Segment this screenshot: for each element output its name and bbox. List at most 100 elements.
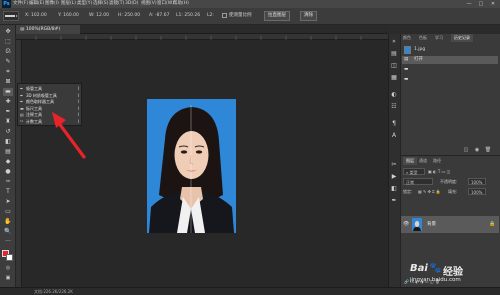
fill-field[interactable]: 100% [468, 188, 486, 195]
camera-icon[interactable]: ◉ [473, 147, 481, 154]
frame-icon[interactable]: ⊠ [3, 78, 13, 86]
brush-icon[interactable]: ✒ [3, 108, 13, 116]
shortcut-key: I [77, 99, 79, 105]
tab-layers[interactable]: 图层 [403, 157, 417, 165]
flyout-item-label: 计数工具 [26, 119, 42, 124]
ruler-icon[interactable]: ▬ [3, 88, 13, 96]
adjustments-icon[interactable]: ◐ [389, 90, 399, 99]
tab-history[interactable]: 历史记录 [451, 34, 473, 42]
menu-item[interactable]: 图像(I) [45, 0, 59, 8]
h-field[interactable]: H: 250.00 [118, 12, 140, 20]
snapshot-thumbnail[interactable] [404, 46, 411, 54]
new-document-from-state-icon[interactable]: ◫ [462, 147, 470, 154]
layer-comps-icon[interactable]: ◧ [389, 184, 399, 193]
trash-icon[interactable]: 🗑 [484, 147, 492, 154]
libraries-icon[interactable]: ☷ [389, 102, 399, 111]
red-arrow-annotation [52, 112, 86, 159]
marquee-icon[interactable]: ⬚ [3, 38, 13, 46]
dodge-icon[interactable]: ● [3, 168, 13, 176]
history-snapshot[interactable]: 1.jpg [414, 46, 498, 54]
use-measurement-scale-checkbox[interactable] [222, 13, 227, 18]
close-button[interactable]: ✕ [488, 0, 498, 8]
history-brush-icon[interactable]: ↺ [3, 128, 13, 136]
path-select-icon[interactable]: ➤ [3, 198, 13, 206]
menu-item[interactable]: 图层(L) [61, 0, 76, 8]
tool-presets-icon[interactable]: ✂ [389, 160, 399, 169]
actions-icon[interactable]: ▶ [389, 172, 399, 181]
history-state[interactable]: ▤ 打开 [402, 56, 498, 64]
tab-paths[interactable]: 路径 [433, 157, 441, 165]
document-tab[interactable]: @ 100%(RGB/8#) [16, 25, 80, 34]
clear-button[interactable]: 清除 [300, 11, 317, 21]
w-field[interactable]: W: 12.00 [89, 12, 109, 20]
pen-icon[interactable]: ✑ [3, 178, 13, 186]
tab-channels[interactable]: 通道 [419, 157, 427, 165]
menu-item[interactable]: 滤镜(T) [109, 0, 124, 8]
menu-item[interactable]: 选择(S) [93, 0, 108, 8]
flyout-item-label: 颜色取样器工具 [26, 99, 54, 105]
ruler-icon: ▬ [404, 77, 409, 82]
minimize-button[interactable]: — [464, 0, 474, 8]
type-icon[interactable]: T [3, 188, 13, 196]
flyout-item[interactable]: ✒ 3D 材质吸管工具 I [20, 93, 81, 99]
screen-mode-icon[interactable]: ▣ [3, 274, 13, 282]
y-field[interactable]: Y: 160.00 [58, 12, 79, 20]
menu-item[interactable]: 编辑(E) [29, 0, 44, 8]
gradient-icon[interactable]: ▤ [3, 148, 13, 156]
crop-icon[interactable]: ⌗ [3, 68, 13, 76]
tool-preset-picker[interactable] [3, 11, 19, 21]
shape-icon[interactable]: ▭ [3, 208, 13, 216]
more-icon[interactable]: ··· [3, 238, 13, 246]
use-measurement-scale-label: 使测量比例 [229, 13, 252, 18]
stamp-icon[interactable]: ♜ [3, 118, 13, 126]
portrait-photo[interactable] [147, 99, 236, 233]
menu-item[interactable]: 视图(V) [141, 0, 157, 8]
brushes-icon[interactable]: ✒ [389, 196, 399, 205]
vertical-ruler[interactable] [16, 40, 22, 287]
zoom-icon[interactable]: 🔍 [3, 228, 13, 236]
opacity-field[interactable]: 100% [468, 178, 486, 185]
flyout-item[interactable]: ✒ 颜色取样器工具 I [20, 99, 81, 105]
blend-mode-dropdown[interactable]: 正常 [403, 178, 433, 185]
history-state-label: 打开 [414, 57, 423, 62]
hand-icon[interactable]: ✋ [3, 218, 13, 226]
maximize-button[interactable]: □ [476, 0, 486, 8]
angle-field[interactable]: A: -87.67 [149, 12, 169, 20]
x-field[interactable]: X: 102.00 [25, 12, 47, 20]
menu-item[interactable]: 文件(F) [13, 0, 28, 8]
eraser-icon[interactable]: ◧ [3, 138, 13, 146]
blur-icon[interactable]: ◆ [3, 158, 13, 166]
menu-item[interactable]: 帮助(H) [173, 0, 189, 8]
l1-field[interactable]: L1: 250.26 [176, 12, 200, 20]
paragraph-icon[interactable]: ¶ [389, 119, 399, 128]
character-icon[interactable]: A [389, 131, 399, 140]
lock-label: 锁定: [403, 189, 413, 194]
background-color-swatch[interactable] [6, 254, 13, 261]
layer-filter-dropdown[interactable]: ⌕ 类型 [403, 168, 425, 175]
quick-mask-icon[interactable]: ◎ [3, 264, 13, 272]
menu-item[interactable]: 3D(D) [125, 0, 138, 8]
layer-row-background[interactable]: 👁 背景 🔒 [401, 216, 499, 233]
straighten-layer-button[interactable]: 拉直图层 [264, 11, 290, 21]
history-panel-icon[interactable]: ▤ [389, 49, 399, 58]
tab-swatches[interactable]: 色板 [419, 34, 427, 42]
healing-icon[interactable]: ✚ [3, 98, 13, 106]
eye-icon[interactable]: 👁 [403, 221, 409, 227]
flyout-item-label: 吸管工具 [26, 86, 42, 91]
quick-select-icon[interactable]: ✎ [3, 58, 13, 66]
layer-filter-icons[interactable]: ▣ ◐ T ▭ ◫ [428, 168, 450, 175]
properties-icon[interactable]: ◫ [389, 61, 399, 70]
tab-color[interactable]: 颜色 [403, 34, 411, 42]
swatches-icon[interactable]: ▦ [389, 73, 399, 82]
menu-item[interactable]: 类型(Y) [77, 0, 92, 8]
history-state[interactable]: ▬ [402, 66, 498, 74]
flyout-item[interactable]: ✒ 吸管工具 I [20, 86, 81, 92]
collapse-icon[interactable]: » [389, 37, 399, 46]
history-state[interactable]: ▬ [402, 76, 498, 84]
l2-field[interactable]: L2: [207, 12, 214, 20]
menu-item[interactable]: 窗口(W) [157, 0, 174, 8]
lasso-icon[interactable]: ᘏ [3, 48, 13, 56]
tab-learn[interactable]: 学习 [435, 34, 443, 42]
move-icon[interactable]: ✥ [3, 28, 13, 36]
lock-icons[interactable]: ▦ ✎ ✥ ⌗ 🔒 [418, 188, 441, 195]
